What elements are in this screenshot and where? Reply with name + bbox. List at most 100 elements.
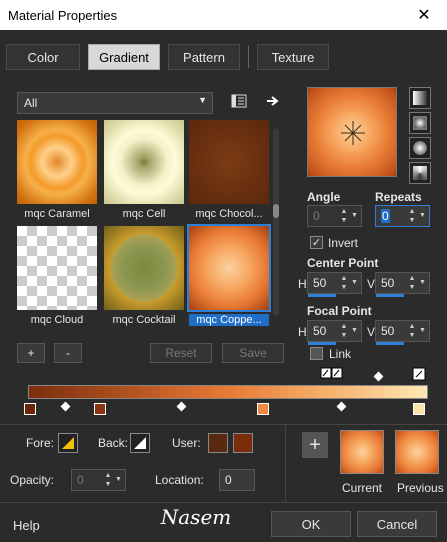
remove-gradient-button[interactable]: - <box>54 343 82 363</box>
gradient-preview[interactable] <box>307 87 397 177</box>
current-swatch <box>340 430 384 474</box>
previous-swatch[interactable] <box>395 430 439 474</box>
sunburst-style-icon[interactable] <box>409 137 431 159</box>
invert-label[interactable]: Invert <box>328 236 358 250</box>
gradient-swatch <box>189 120 269 204</box>
category-dropdown[interactable]: All ▼ <box>17 92 213 114</box>
center-v-slider[interactable] <box>376 294 404 297</box>
scrollbar-thumb[interactable] <box>273 204 279 218</box>
eyedropper-icon[interactable] <box>412 367 426 384</box>
add-gradient-button[interactable]: + <box>17 343 45 363</box>
repeats-input[interactable]: 0 ▲ ▼ ▼ <box>375 205 430 227</box>
link-label[interactable]: Link <box>329 347 351 361</box>
gradient-label: mqc Cell <box>122 208 166 220</box>
add-swatch-icon[interactable]: + <box>302 432 328 458</box>
gradient-thumb-caramel[interactable]: mqc Caramel <box>17 120 97 225</box>
tab-texture[interactable]: Texture <box>257 44 329 70</box>
gradient-label: mqc Coppe... <box>189 314 269 326</box>
gradient-editor-bar[interactable] <box>28 385 428 399</box>
gallery-scrollbar[interactable] <box>273 128 279 316</box>
midpoint-diamond[interactable] <box>60 401 71 412</box>
chevron-down-icon[interactable]: ▼ <box>351 327 359 334</box>
spinner-arrows-icon[interactable]: ▲ ▼ <box>339 274 349 292</box>
divider <box>0 502 447 503</box>
gradient-swatch <box>104 120 184 204</box>
focal-h-value: 50 <box>313 324 327 338</box>
location-input[interactable]: 0 <box>219 469 255 491</box>
location-value: 0 <box>225 473 232 487</box>
focal-v-label: V <box>367 325 376 339</box>
color-stop[interactable] <box>413 403 425 415</box>
rectangular-style-icon[interactable] <box>409 112 431 134</box>
midpoint-diamond[interactable] <box>176 401 187 412</box>
title-bar: Material Properties ✕ <box>0 0 447 30</box>
spinner-arrows-icon[interactable]: ▲ ▼ <box>103 471 113 489</box>
gradient-thumb-cloud[interactable]: mqc Cloud <box>17 226 97 331</box>
eyedropper-icon[interactable] <box>320 367 344 384</box>
spinner-arrows-icon[interactable]: ▲ ▼ <box>339 322 349 340</box>
close-icon[interactable]: ✕ <box>401 0 447 30</box>
linear-style-icon[interactable] <box>409 87 431 109</box>
save-button[interactable]: Save <box>222 343 284 363</box>
angle-input[interactable]: 0 ▲ ▼ ▼ <box>307 205 362 227</box>
arrow-right-icon[interactable] <box>262 90 284 112</box>
midpoint-diamond[interactable] <box>373 371 384 382</box>
color-stop[interactable] <box>24 403 36 415</box>
tab-pattern[interactable]: Pattern <box>168 44 240 70</box>
center-h-slider[interactable] <box>308 294 336 297</box>
center-point-icon <box>341 121 365 145</box>
spinner-arrows-icon[interactable]: ▲ ▼ <box>407 274 417 292</box>
radial-style-icon[interactable] <box>409 162 431 184</box>
back-swatch[interactable] <box>130 433 150 453</box>
spinner-arrows-icon[interactable]: ▲ ▼ <box>339 207 349 225</box>
resource-manager-icon[interactable] <box>228 90 250 112</box>
tab-color[interactable]: Color <box>6 44 80 70</box>
chevron-down-icon[interactable]: ▼ <box>115 476 123 483</box>
gradient-swatch <box>187 224 271 312</box>
invert-checkbox[interactable]: ✓ <box>310 236 323 249</box>
chevron-down-icon[interactable]: ▼ <box>419 327 427 334</box>
opacity-input[interactable]: 0 ▲ ▼ ▼ <box>71 469 126 491</box>
chevron-down-icon[interactable]: ▼ <box>351 279 359 286</box>
fore-swatch[interactable] <box>58 433 78 453</box>
center-v-input[interactable]: 50 ▲ ▼ ▼ <box>375 272 430 297</box>
gradient-thumb-cell[interactable]: mqc Cell <box>104 120 184 225</box>
focal-v-slider[interactable] <box>376 342 404 345</box>
user-swatch-1[interactable] <box>208 433 228 453</box>
spinner-arrows-icon[interactable]: ▲ ▼ <box>407 207 417 225</box>
ok-button[interactable]: OK <box>271 511 351 537</box>
color-stop[interactable] <box>257 403 269 415</box>
chevron-down-icon[interactable]: ▼ <box>419 279 427 286</box>
chevron-down-icon[interactable]: ▼ <box>419 212 427 219</box>
center-h-input[interactable]: 50 ▲ ▼ ▼ <box>307 272 362 297</box>
fore-label: Fore: <box>26 436 55 450</box>
gradient-thumb-chocolate[interactable]: mqc Chocol... <box>189 120 269 225</box>
chevron-down-icon: ▼ <box>198 95 207 105</box>
help-link[interactable]: Help <box>13 518 40 533</box>
center-h-label: H <box>298 277 307 291</box>
link-checkbox[interactable] <box>310 347 323 360</box>
gradient-thumb-copper[interactable]: mqc Coppe... <box>187 224 271 331</box>
tab-gradient[interactable]: Gradient <box>88 44 160 70</box>
midpoint-diamond[interactable] <box>336 401 347 412</box>
current-label: Current <box>342 481 383 495</box>
cancel-button[interactable]: Cancel <box>357 511 437 537</box>
opacity-value: 0 <box>77 473 84 487</box>
color-stop[interactable] <box>94 403 106 415</box>
user-swatch-2[interactable] <box>233 433 253 453</box>
focal-h-slider[interactable] <box>308 342 336 345</box>
reset-button[interactable]: Reset <box>150 343 212 363</box>
spinner-arrows-icon[interactable]: ▲ ▼ <box>407 322 417 340</box>
gradient-gallery: mqc Caramel mqc Cell mqc Chocol... mqc C… <box>17 120 272 330</box>
watermark-logo: Nasem <box>160 505 232 529</box>
previous-label: Previous <box>397 481 444 495</box>
center-v-value: 50 <box>381 276 395 290</box>
focal-v-input[interactable]: 50 ▲ ▼ ▼ <box>375 320 430 345</box>
gradient-thumb-cocktail[interactable]: mqc Cocktail <box>104 226 184 331</box>
center-point-label: Center Point <box>307 256 379 270</box>
gradient-label: mqc Cloud <box>30 314 84 326</box>
focal-v-value: 50 <box>381 324 395 338</box>
chevron-down-icon[interactable]: ▼ <box>351 212 359 219</box>
category-value: All <box>24 96 38 110</box>
focal-h-input[interactable]: 50 ▲ ▼ ▼ <box>307 320 362 345</box>
